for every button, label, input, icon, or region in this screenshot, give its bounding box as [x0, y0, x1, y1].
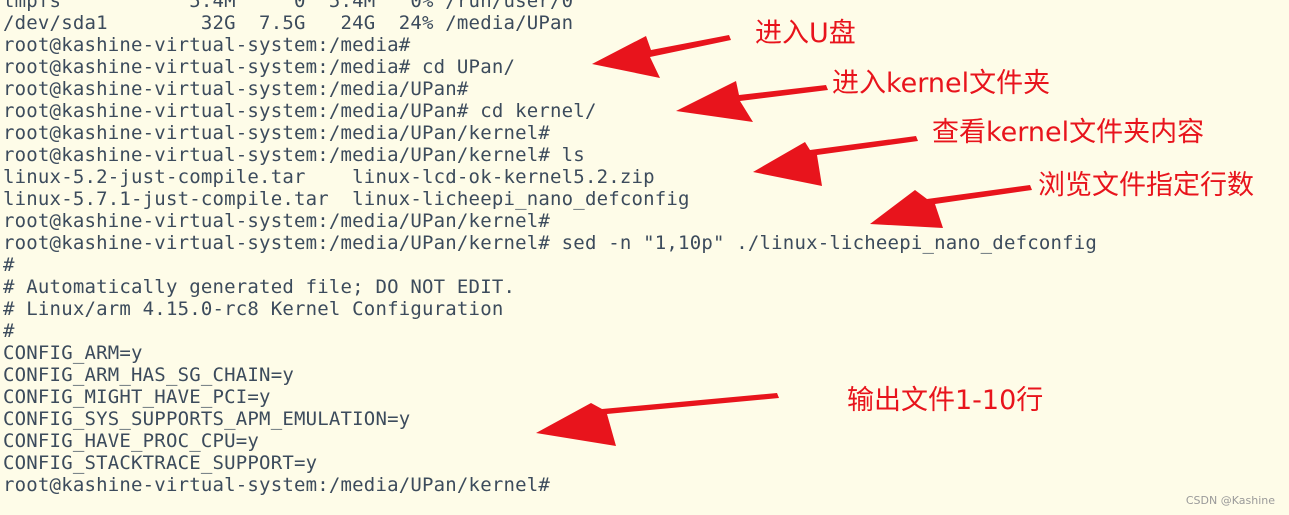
arrow-view-kernel	[753, 136, 918, 186]
annotation-view-kernel: 查看kernel文件夹内容	[932, 117, 1205, 148]
arrow-output-lines	[536, 393, 779, 446]
arrow-enter-kernel	[676, 81, 828, 122]
annotation-arrows	[536, 35, 1032, 446]
annotation-enter-kernel: 进入kernel文件夹	[832, 68, 1051, 99]
annotation-browse-lines: 浏览文件指定行数	[1038, 170, 1254, 201]
annotation-output-lines: 输出文件1-10行	[847, 385, 1044, 416]
arrow-enter-upan	[592, 35, 731, 78]
annotation-enter-upan: 进入U盘	[755, 18, 856, 49]
watermark: CSDN @Kashine	[1185, 494, 1275, 507]
arrow-browse-lines	[870, 185, 1032, 228]
